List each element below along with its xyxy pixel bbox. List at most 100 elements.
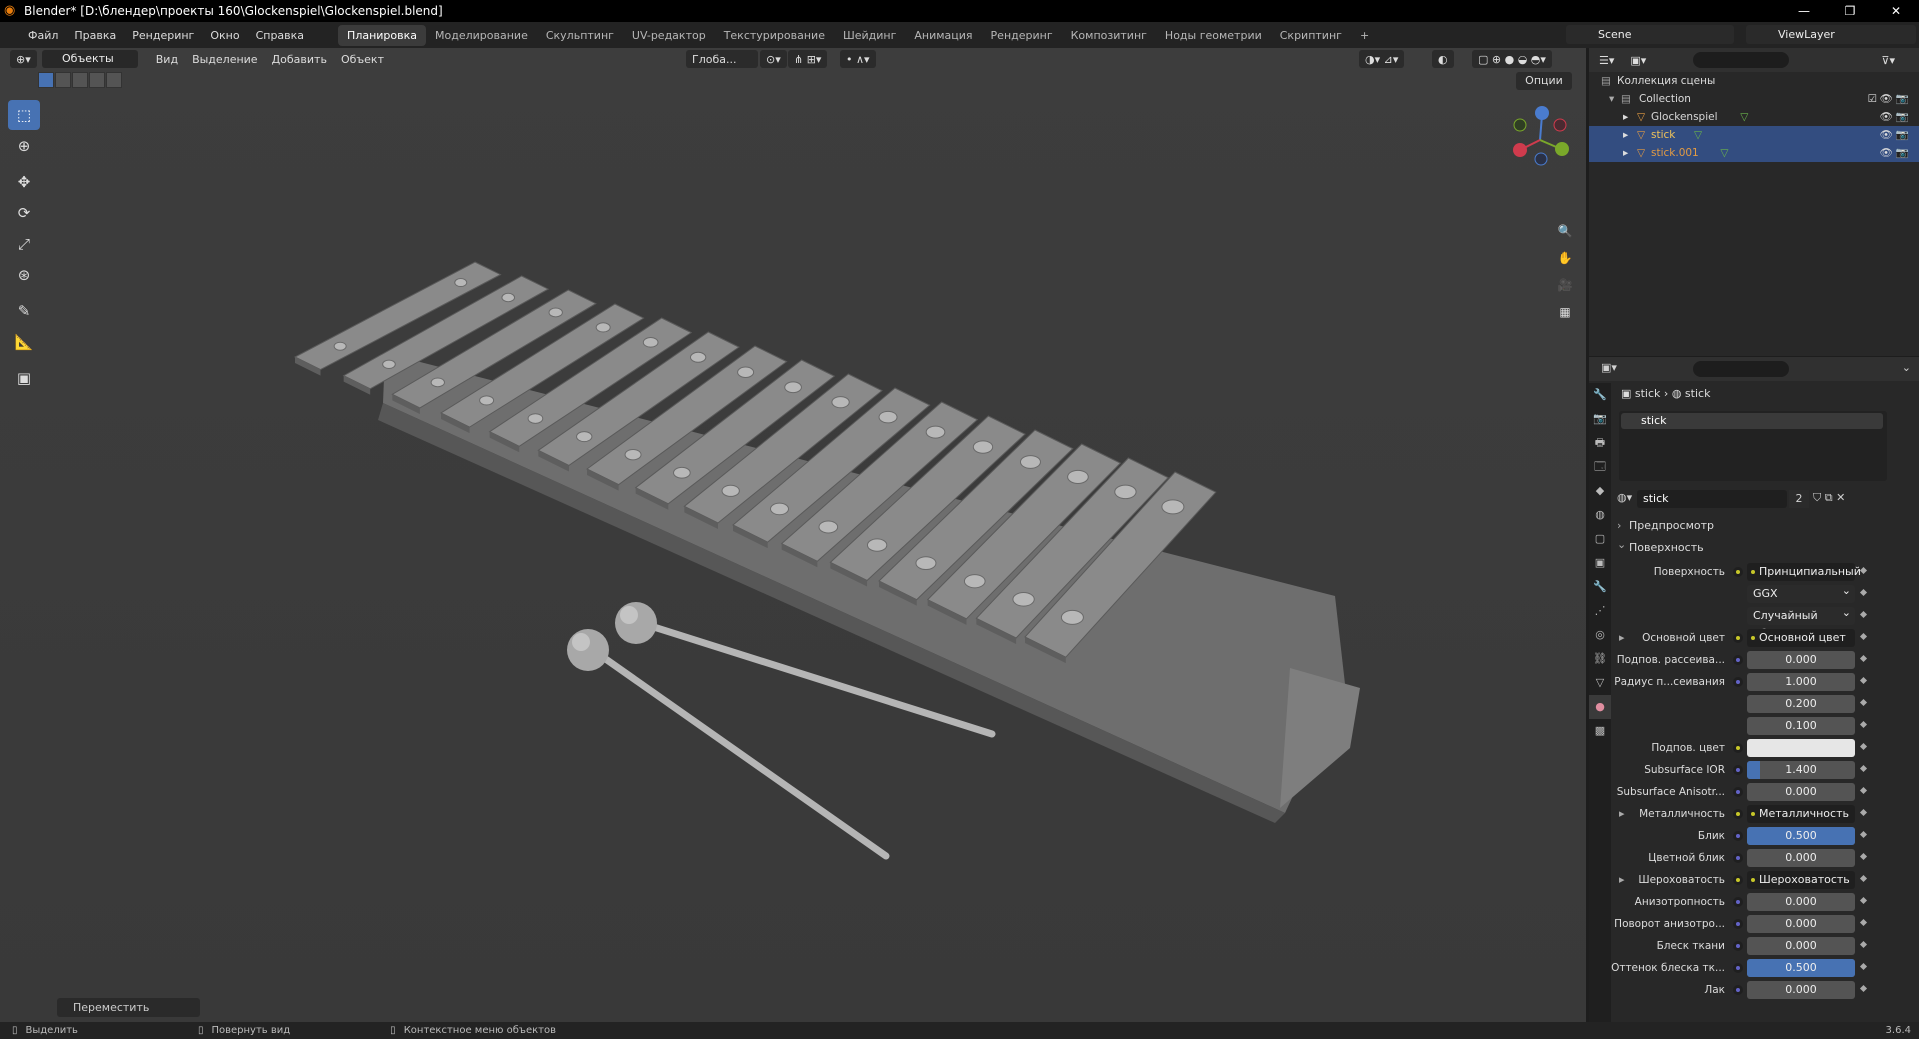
zoom-icon[interactable]: 🔍 — [1554, 220, 1576, 242]
viewport-menu-item[interactable]: Вид — [149, 53, 185, 66]
options-button[interactable]: Опции — [1516, 72, 1572, 90]
property-field[interactable]: 0.000 — [1747, 783, 1855, 801]
tab-workspace[interactable]: Планировка — [338, 24, 427, 46]
socket-icon[interactable] — [1733, 633, 1743, 643]
filter-icon[interactable]: ⊽▾ — [1881, 54, 1895, 67]
scene-collection-row[interactable]: ▤ Коллекция сцены — [1589, 72, 1919, 90]
camera-view-icon[interactable]: 🎥 — [1554, 274, 1576, 296]
camera-icon[interactable]: 📷 — [1896, 126, 1909, 144]
modifiers-tab-icon[interactable]: 🔧 — [1589, 575, 1611, 599]
pivot-button[interactable]: ⊙▾ — [760, 50, 787, 68]
menu-item[interactable]: Рендеринг — [124, 29, 202, 42]
surface-section[interactable]: Поверхность — [1613, 534, 1919, 559]
minimize-button[interactable]: — — [1781, 0, 1827, 22]
world-tab-icon[interactable]: ◍ — [1589, 503, 1611, 527]
socket-icon[interactable] — [1733, 897, 1743, 907]
expand-arrow-icon[interactable]: ▸ — [1623, 126, 1628, 144]
keyframe-icon[interactable] — [1859, 654, 1868, 663]
camera-icon[interactable]: 📷 — [1896, 108, 1909, 126]
expand-arrow-icon[interactable]: ▸ — [1619, 871, 1625, 889]
property-field[interactable]: Случайный обход — [1747, 604, 1855, 640]
keyframe-icon[interactable] — [1859, 720, 1868, 729]
socket-icon[interactable] — [1733, 919, 1743, 929]
orientation-selector[interactable]: Глоба... — [686, 50, 758, 68]
expand-arrow-icon[interactable]: ▸ — [1623, 108, 1628, 126]
maximize-button[interactable]: ❐ — [1827, 0, 1873, 22]
keyframe-icon[interactable] — [1859, 962, 1868, 971]
viewport-menu-item[interactable]: Объект — [334, 53, 391, 66]
annotate-tool-icon[interactable]: ✎ — [8, 296, 40, 326]
tab-workspace[interactable]: Композитинг — [1062, 25, 1156, 46]
property-field[interactable]: 0.100 — [1747, 717, 1855, 735]
close-window-button[interactable]: ✕ — [1873, 0, 1919, 22]
editor-type-icon[interactable]: ▣▾ — [1601, 361, 1617, 374]
mode-selector[interactable]: Объекты — [42, 50, 138, 68]
socket-icon[interactable] — [1733, 567, 1743, 577]
property-field[interactable]: Металличность — [1747, 805, 1855, 823]
keyframe-icon[interactable] — [1859, 940, 1868, 949]
tab-workspace[interactable]: Рендеринг — [982, 25, 1062, 46]
socket-icon[interactable] — [1733, 963, 1743, 973]
users-count[interactable]: 2 — [1789, 490, 1809, 508]
keyframe-icon[interactable] — [1859, 764, 1868, 773]
material-browse-icon[interactable]: ◍▾ — [1617, 491, 1632, 504]
material-selector[interactable]: ◍▾ stick 2 ⛉ ⧉ ✕ — [1613, 489, 1919, 509]
socket-icon[interactable] — [1733, 853, 1743, 863]
socket-icon[interactable] — [1733, 809, 1743, 819]
outliner-object-row[interactable]: ▸ ▽ stick.001 ▽ 👁 📷 — [1589, 144, 1919, 162]
scene-selector[interactable]: Scene — [1566, 25, 1734, 44]
scale-tool-icon[interactable]: ⤢ — [8, 229, 40, 259]
eye-icon[interactable]: 👁 — [1880, 108, 1893, 126]
eye-icon[interactable]: 👁 — [1880, 144, 1893, 162]
select-box-tool-icon[interactable]: ⬚ — [8, 100, 40, 130]
property-field[interactable]: Основной цвет — [1747, 629, 1855, 647]
keyframe-icon[interactable] — [1859, 896, 1868, 905]
menu-item[interactable]: Справка — [248, 29, 312, 42]
outliner-object-row[interactable]: ▸ ▽ Glockenspiel ▽ 👁 📷 — [1589, 108, 1919, 126]
material-tab-icon[interactable]: ● — [1589, 695, 1611, 719]
property-field[interactable]: 0.000 — [1747, 981, 1855, 999]
property-field[interactable]: 0.000 — [1747, 651, 1855, 669]
3d-viewport[interactable]: ⊕▾ Объекты Вид Выделение Добавить Объект Гл… — [0, 48, 1586, 1022]
viewport-scene[interactable] — [0, 48, 1586, 1022]
menu-item[interactable]: Правка — [66, 29, 124, 42]
render-tab-icon[interactable]: 📷 — [1589, 407, 1611, 431]
keyframe-icon[interactable] — [1859, 830, 1868, 839]
checkbox-icon[interactable]: ☑ — [1868, 90, 1877, 108]
physics-tab-icon[interactable]: ◎ — [1589, 623, 1611, 647]
outliner-object-row[interactable]: ▸ ▽ stick ▽ 👁 📷 — [1589, 126, 1919, 144]
keyframe-icon[interactable] — [1859, 874, 1868, 883]
keyframe-icon[interactable] — [1859, 808, 1868, 817]
socket-icon[interactable] — [1733, 985, 1743, 995]
property-field[interactable] — [1747, 739, 1855, 757]
socket-icon[interactable] — [1733, 655, 1743, 665]
view-layer-tab-icon[interactable]: 🗔 — [1589, 455, 1611, 479]
viewport-menu-item[interactable]: Добавить — [265, 53, 334, 66]
property-field[interactable]: 0.000 — [1747, 937, 1855, 955]
camera-icon[interactable]: 📷 — [1896, 144, 1909, 162]
tab-workspace[interactable]: Скриптинг — [1271, 25, 1351, 46]
property-field[interactable]: 0.500 — [1747, 959, 1855, 977]
move-tool-icon[interactable]: ✥ — [8, 167, 40, 197]
add-cube-tool-icon[interactable]: ▣ — [8, 363, 40, 393]
particles-tab-icon[interactable]: ⋰ — [1589, 599, 1611, 623]
menu-item[interactable]: Файл — [20, 29, 66, 42]
keyframe-icon[interactable] — [1859, 742, 1868, 751]
collection-tab-icon[interactable]: ▢ — [1589, 527, 1611, 551]
properties-menu-icon[interactable]: ⌄ — [1902, 361, 1911, 374]
socket-icon[interactable] — [1733, 677, 1743, 687]
expand-arrow-icon[interactable]: ▸ — [1623, 144, 1628, 162]
socket-icon[interactable] — [1733, 875, 1743, 885]
display-mode-icon[interactable]: ☰▾ — [1599, 54, 1614, 67]
keyframe-icon[interactable] — [1859, 676, 1868, 685]
property-field[interactable]: 0.000 — [1747, 915, 1855, 933]
view-layer-selector[interactable]: ViewLayer — [1746, 25, 1916, 44]
material-slot[interactable]: stick — [1621, 413, 1883, 429]
scene-tab-icon[interactable]: ◆ — [1589, 479, 1611, 503]
property-field[interactable]: 1.000 — [1747, 673, 1855, 691]
keyframe-icon[interactable] — [1859, 566, 1868, 575]
data-tab-icon[interactable]: ▽ — [1589, 671, 1611, 695]
tab-workspace[interactable]: Шейдинг — [834, 25, 905, 46]
property-field[interactable]: Шероховатость — [1747, 871, 1855, 889]
property-field[interactable]: 1.400 — [1747, 761, 1855, 779]
